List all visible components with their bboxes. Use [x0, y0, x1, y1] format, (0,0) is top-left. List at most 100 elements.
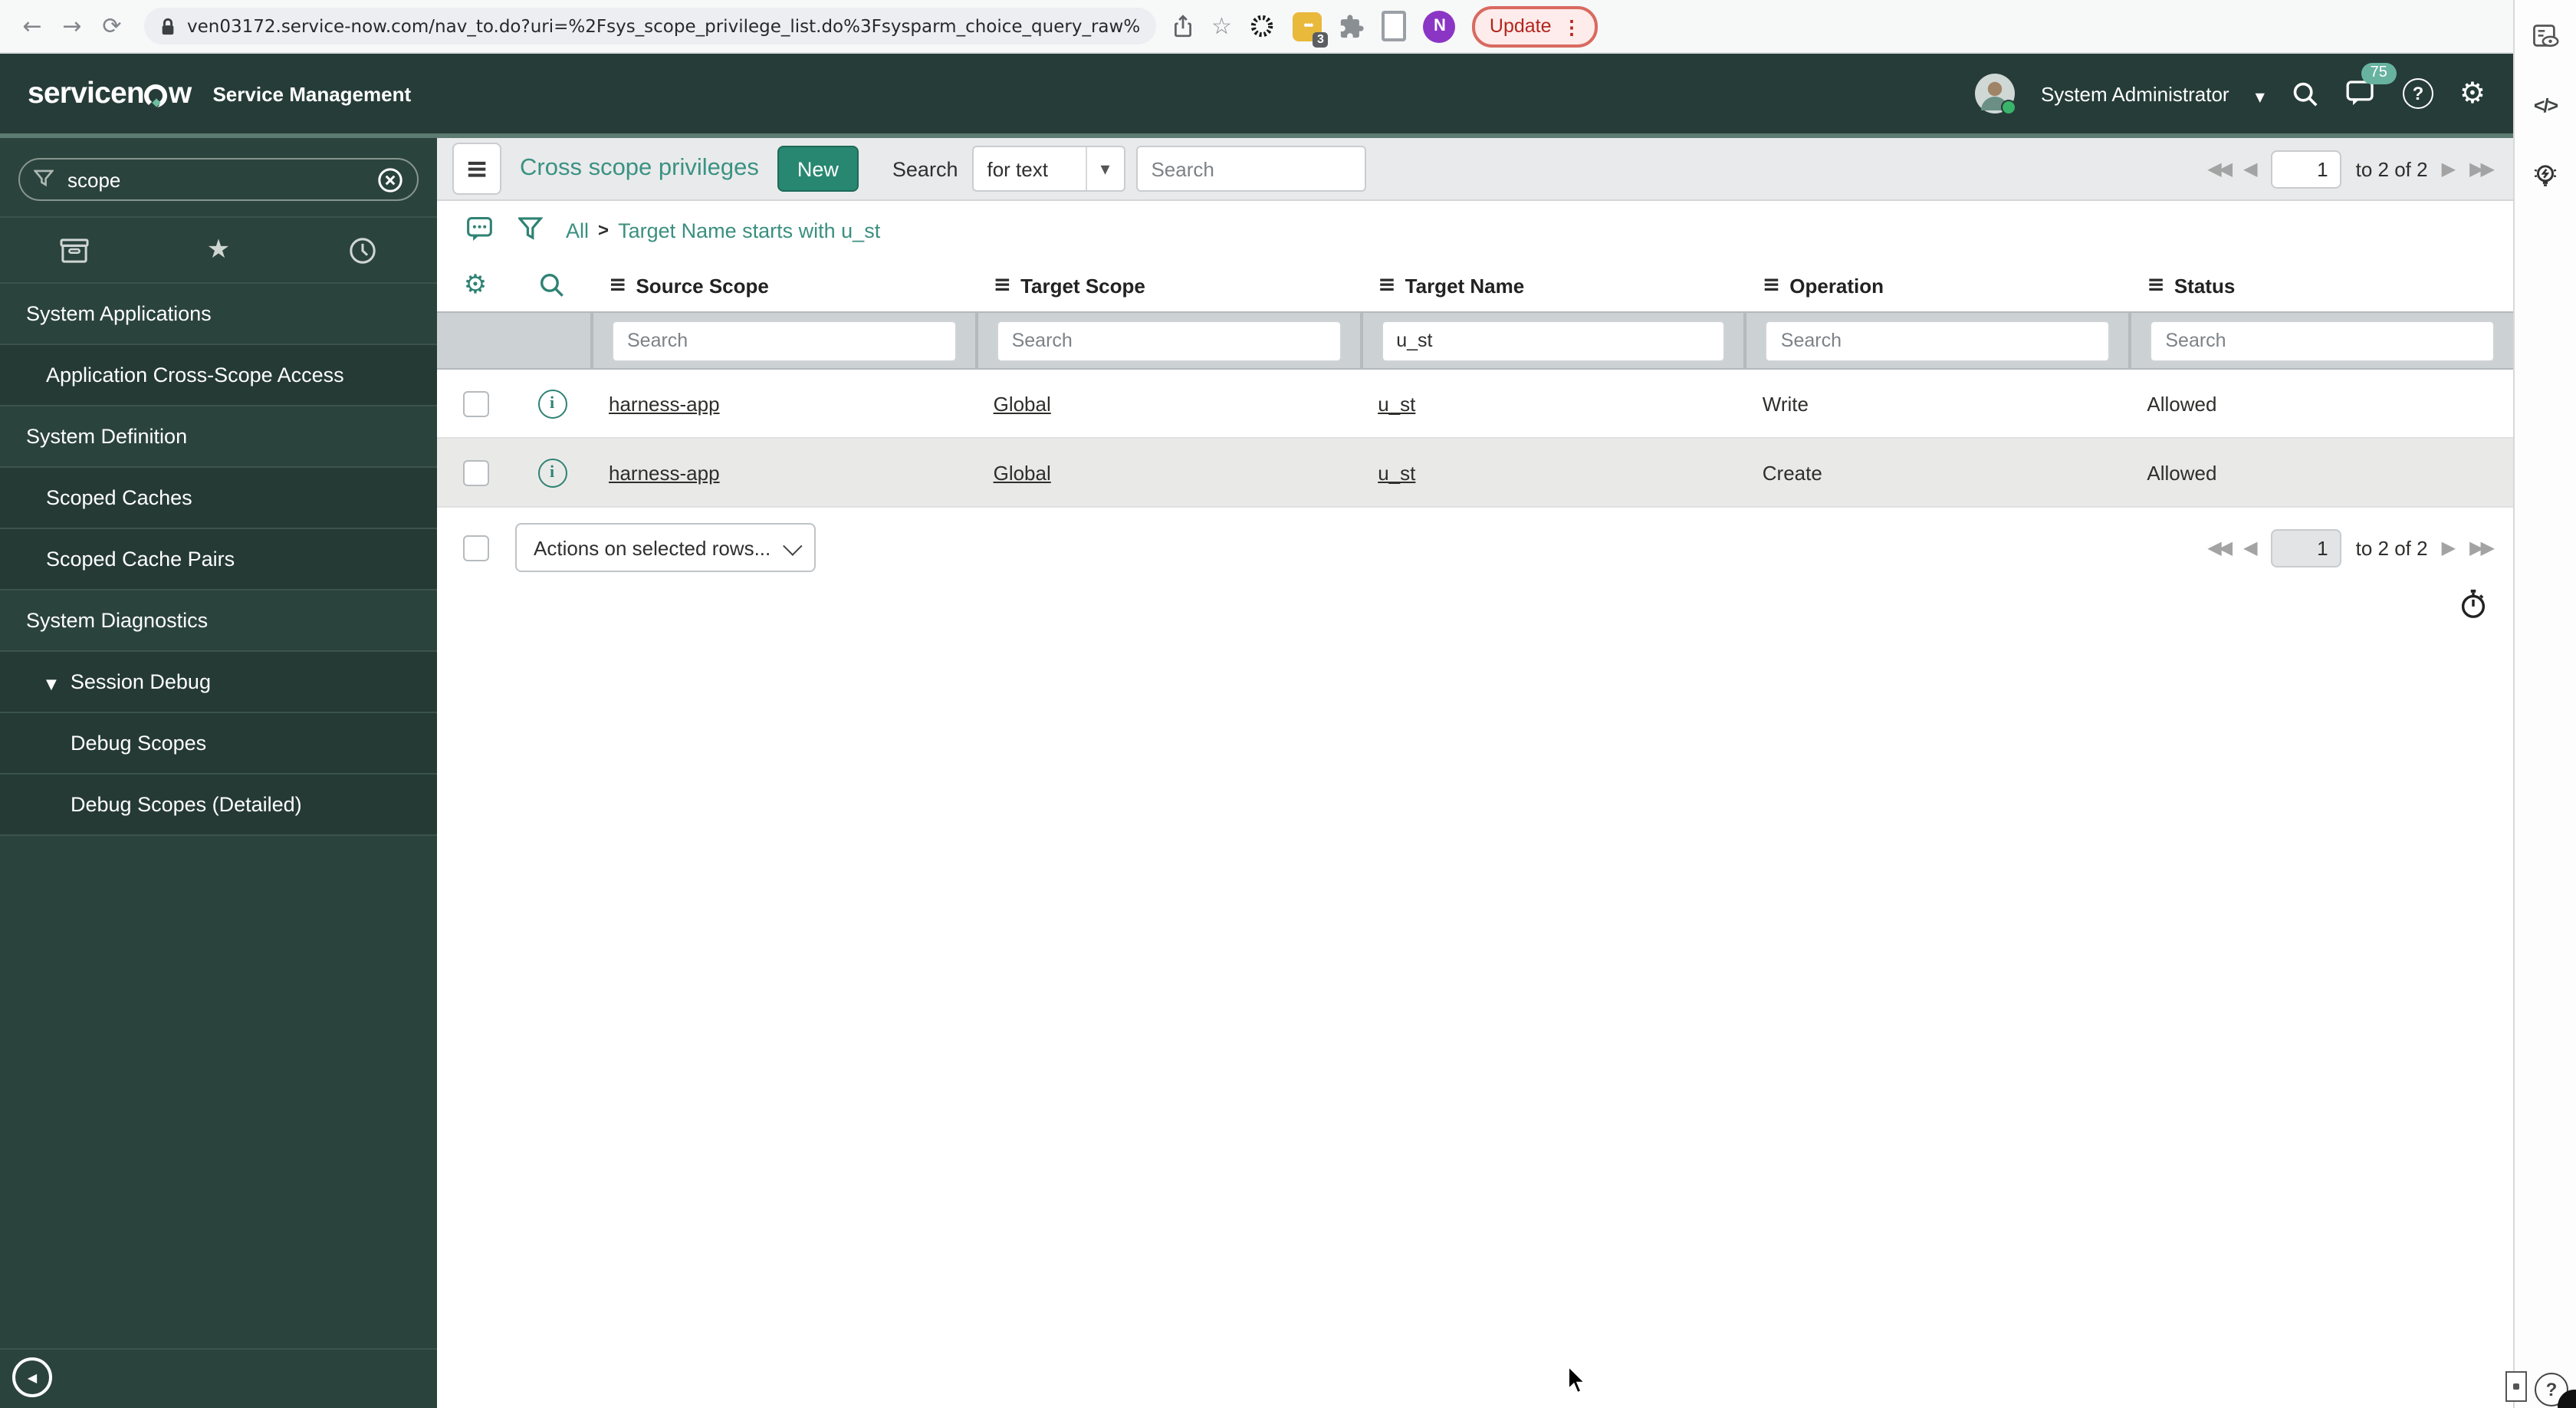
first-page-icon[interactable]: ◀◀ — [2207, 538, 2233, 557]
sidebar-item-session-debug[interactable]: Session Debug — [0, 652, 437, 713]
source-scope-link[interactable]: harness-app — [609, 461, 720, 484]
sidebar-item-system-applications[interactable]: System Applications — [0, 284, 437, 345]
column-menu-icon — [1763, 273, 1780, 298]
prev-page-icon[interactable]: ◀ — [2243, 160, 2257, 178]
address-bar[interactable]: ven03172.service-now.com/nav_to.do?uri=%… — [144, 8, 1156, 44]
collapse-sidebar-button[interactable] — [12, 1357, 52, 1397]
bookmark-star-icon[interactable] — [1211, 12, 1232, 40]
target-scope-link[interactable]: Global — [994, 392, 1051, 415]
screenshot-extension-icon[interactable]: 3 — [1293, 12, 1329, 47]
column-header-status[interactable]: Status — [2128, 259, 2513, 311]
column-header-target-scope[interactable]: Target Scope — [974, 259, 1360, 311]
select-all-checkbox[interactable] — [463, 535, 489, 561]
response-time-icon[interactable] — [2458, 587, 2489, 620]
list-settings-gear — [437, 259, 514, 311]
column-header-source-scope[interactable]: Source Scope — [590, 259, 975, 311]
filter-builder-icon[interactable] — [518, 216, 543, 244]
record-info-icon[interactable] — [537, 389, 567, 418]
breadcrumb: All > Target Name starts with u_st — [437, 201, 2513, 259]
target-name-link[interactable]: u_st — [1378, 392, 1415, 415]
extensions-puzzle-icon[interactable] — [1339, 13, 1365, 39]
next-page-icon[interactable]: ▶ — [2442, 160, 2456, 178]
history-tab[interactable] — [349, 235, 378, 265]
operation-value: Write — [1762, 392, 1809, 415]
reading-list-icon[interactable] — [2515, 23, 2576, 52]
sidebar-item-debug-scopes[interactable]: Debug Scopes — [0, 713, 437, 775]
application-navigator: System Applications Application Cross-Sc… — [0, 138, 437, 1408]
list-personalize-icon[interactable] — [466, 216, 495, 244]
user-menu[interactable]: System Administrator — [2041, 82, 2229, 105]
logo-o-mark — [144, 84, 168, 107]
navigator-filter-input[interactable] — [64, 166, 366, 192]
breadcrumb-filter-link[interactable]: Target Name starts with u_st — [618, 219, 880, 242]
dock-handle-icon[interactable] — [2505, 1371, 2527, 1402]
user-avatar[interactable] — [1974, 74, 2016, 115]
navigator-menu: System Applications Application Cross-Sc… — [0, 282, 437, 836]
sidebar-item-application-cross-scope-access[interactable]: Application Cross-Scope Access — [0, 345, 437, 406]
page-number-input[interactable] — [2271, 150, 2342, 188]
sidebar-item-system-diagnostics[interactable]: System Diagnostics — [0, 591, 437, 652]
code-console-icon[interactable]: </> — [2515, 95, 2576, 117]
list-context-menu-button[interactable] — [452, 143, 501, 195]
browser-profile-avatar[interactable]: N — [1423, 10, 1456, 42]
right-utility-rail: </> — [2505, 0, 2576, 1408]
new-button[interactable]: New — [777, 146, 859, 192]
bulk-actions-select[interactable]: Actions on selected rows... — [515, 523, 816, 572]
breadcrumb-all-link[interactable]: All — [566, 219, 589, 242]
filter-target-scope-input[interactable] — [996, 320, 1342, 361]
chevron-down-icon[interactable] — [2256, 82, 2265, 105]
back-icon[interactable]: ← — [12, 12, 52, 40]
all-applications-tab[interactable] — [59, 237, 88, 263]
side-panel-icon[interactable] — [1382, 11, 1407, 41]
update-label: Update — [1489, 15, 1552, 37]
screen: ← → ⟳ ven03172.service-now.com/nav_to.do… — [0, 0, 2576, 1408]
column-header-target-name[interactable]: Target Name — [1359, 259, 1744, 311]
column-gear-icon[interactable] — [464, 270, 488, 301]
first-page-icon[interactable]: ◀◀ — [2207, 160, 2233, 178]
filter-status-input[interactable] — [2150, 320, 2495, 361]
record-info-icon[interactable] — [537, 458, 567, 487]
row-checkbox[interactable] — [462, 390, 488, 416]
sidebar-item-system-definition[interactable]: System Definition — [0, 406, 437, 468]
settings-gear-icon[interactable] — [2459, 77, 2486, 110]
help-icon[interactable] — [2402, 78, 2433, 109]
filter-source-scope-input[interactable] — [612, 320, 957, 361]
target-name-link[interactable]: u_st — [1378, 461, 1415, 484]
filter-operation-input[interactable] — [1765, 320, 2111, 361]
source-scope-link[interactable]: harness-app — [609, 392, 720, 415]
search-type-select[interactable]: for text — [971, 146, 1125, 192]
list-toolbar: Cross scope privileges New Search for te… — [437, 138, 2513, 201]
table-row — [437, 370, 514, 439]
next-page-icon[interactable]: ▶ — [2442, 538, 2456, 557]
global-search-icon[interactable] — [2291, 79, 2320, 108]
list-search-input[interactable] — [1135, 146, 1366, 192]
list-footer: Actions on selected rows... ◀◀ ◀ to 2 of… — [437, 523, 2513, 572]
page-number-input[interactable] — [2271, 528, 2342, 567]
insight-lightbulb-icon[interactable] — [2515, 160, 2576, 193]
navigator-filter[interactable] — [18, 158, 419, 201]
product-title: Service Management — [212, 82, 412, 105]
list-title[interactable]: Cross scope privileges — [520, 155, 759, 183]
conversations-icon[interactable]: 75 — [2346, 62, 2397, 108]
forward-icon[interactable]: → — [52, 12, 92, 40]
chrome-update-button[interactable]: Update — [1472, 5, 1598, 47]
list-pane: Cross scope privileges New Search for te… — [437, 138, 2513, 1408]
last-page-icon[interactable]: ▶▶ — [2469, 160, 2495, 178]
share-icon[interactable] — [1171, 14, 1194, 38]
column-header-operation[interactable]: Operation — [1743, 259, 2129, 311]
reload-icon[interactable]: ⟳ — [92, 12, 132, 40]
favorites-tab[interactable] — [207, 235, 231, 265]
clear-filter-icon[interactable] — [377, 166, 403, 192]
servicenow-header: servicen w Service Management System Admi… — [0, 54, 2513, 133]
sidebar-item-debug-scopes-detailed[interactable]: Debug Scopes (Detailed) — [0, 775, 437, 836]
last-page-icon[interactable]: ▶▶ — [2469, 538, 2495, 557]
sidebar-item-scoped-cache-pairs[interactable]: Scoped Cache Pairs — [0, 529, 437, 591]
sidebar-item-scoped-caches[interactable]: Scoped Caches — [0, 468, 437, 529]
target-scope-link[interactable]: Global — [994, 461, 1051, 484]
filter-target-name-input[interactable] — [1381, 320, 1726, 361]
row-checkbox[interactable] — [462, 459, 488, 485]
sidebar-footer — [0, 1348, 437, 1408]
list-search-toggle[interactable] — [514, 259, 590, 311]
prev-page-icon[interactable]: ◀ — [2243, 538, 2257, 557]
status-value: Allowed — [2147, 461, 2217, 484]
